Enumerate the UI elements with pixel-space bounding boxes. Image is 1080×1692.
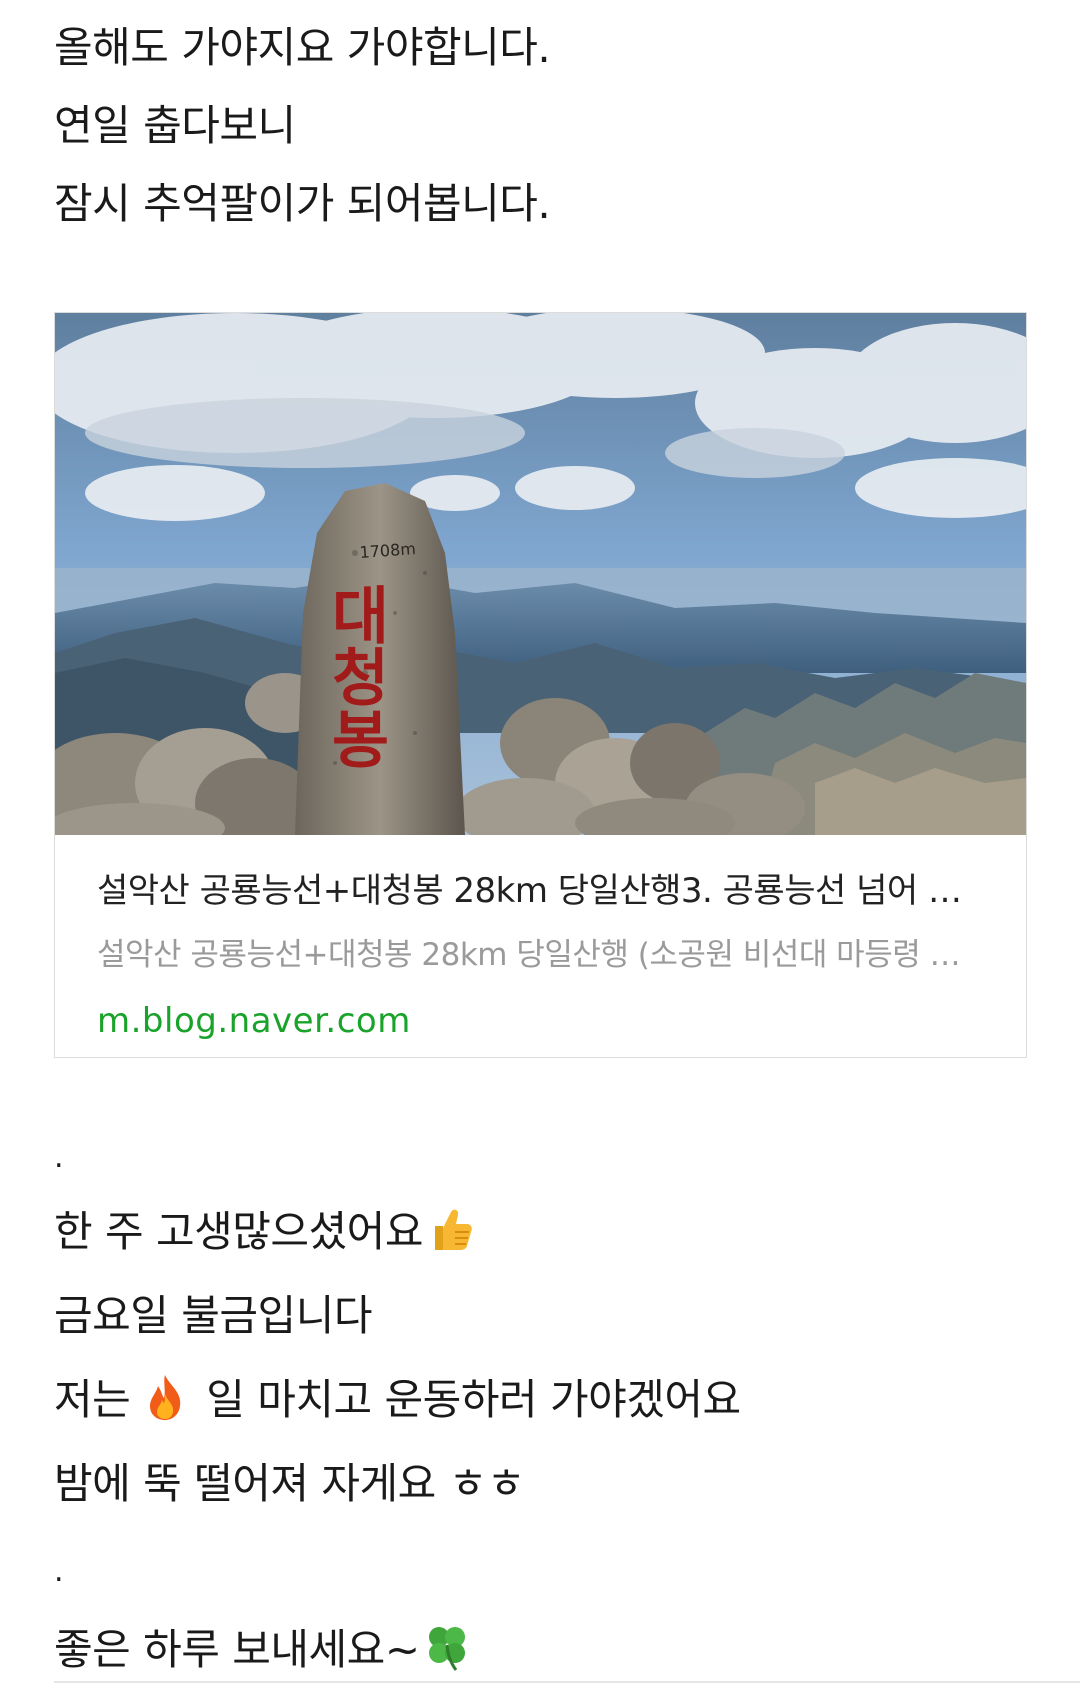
- middle-line-3-after: 일 마치고 운동하러 가야겠어요: [206, 1375, 741, 1424]
- middle-line-3: 저는 일 마치고 운동하러 가야겠어요: [54, 1358, 741, 1442]
- link-preview-thumbnail[interactable]: 1708m 대청봉: [55, 313, 1026, 835]
- bottom-divider: [54, 1681, 1080, 1683]
- closing-line: 좋은 하루 보내세요~: [54, 1608, 472, 1692]
- stone-small-text: 1708m: [359, 539, 417, 562]
- fire-icon: [150, 1375, 181, 1420]
- link-preview-card[interactable]: 1708m 대청봉 설악산 공룡능선+대청봉 28km 당일산행3. 공룡능선 …: [54, 312, 1027, 1058]
- stone-painted-text: 대청봉: [319, 583, 392, 769]
- middle-line-3-before: 저는: [54, 1375, 131, 1424]
- four-leaf-clover-icon: [428, 1627, 465, 1671]
- middle-line-2: 금요일 불금입니다: [54, 1291, 372, 1340]
- intro-line-1: 올해도 가야지요 가야합니다.: [54, 23, 551, 72]
- middle-line-4: 밤에 뚝 떨어져 자게요 ㅎㅎ: [54, 1459, 525, 1508]
- intro-line-3: 잠시 추억팔이가 되어봅니다.: [54, 179, 551, 228]
- separator-dot-2: .: [54, 1554, 64, 1589]
- intro-line-2: 연일 춥다보니: [54, 101, 296, 150]
- middle-line-1-text: 한 주 고생많으셨어요: [54, 1207, 423, 1256]
- separator-dot-1: .: [54, 1140, 64, 1175]
- closing-line-text: 좋은 하루 보내세요~: [54, 1625, 420, 1674]
- middle-line-1: 한 주 고생많으셨어요: [54, 1190, 475, 1274]
- link-preview-title[interactable]: 설악산 공룡능선+대청봉 28km 당일산행3. 공룡능선 넘어 설악산 천불동…: [97, 867, 987, 915]
- link-preview-description: 설악산 공룡능선+대청봉 28km 당일산행 (소공원 비선대 마등령 공룡능선…: [97, 937, 967, 973]
- thumbs-up-icon: [434, 1209, 472, 1250]
- mountain-summit-photo: 1708m 대청봉: [55, 313, 1026, 835]
- link-preview-url[interactable]: m.blog.naver.com: [97, 997, 411, 1045]
